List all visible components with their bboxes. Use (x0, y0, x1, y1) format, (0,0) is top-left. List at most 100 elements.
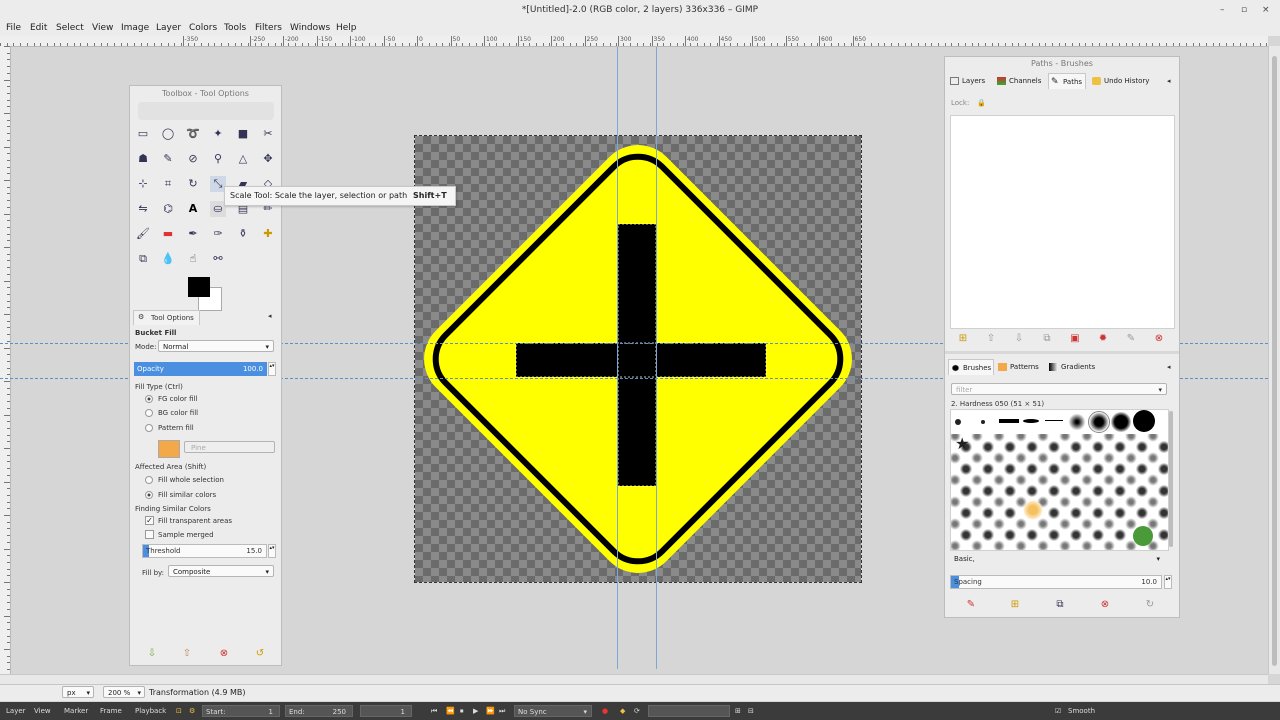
stroke-path-icon[interactable]: ✎ (1125, 333, 1137, 345)
menu-colors[interactable]: Colors (189, 23, 217, 33)
first-frame-icon[interactable]: ⏮ (431, 707, 437, 716)
foreground-color-swatch[interactable] (188, 277, 210, 297)
fill-by-select[interactable]: Composite ▾ (168, 565, 274, 577)
smooth-checkbox[interactable]: ☑ (1055, 707, 1061, 715)
opacity-spin-button[interactable]: ▴▾ (268, 362, 276, 376)
delete-path-icon[interactable]: ⊗ (1153, 333, 1165, 345)
restore-options-icon[interactable]: ⇧ (181, 648, 193, 660)
timeline-marker-menu[interactable]: Marker (64, 707, 88, 715)
pattern-name-field[interactable]: Pine (184, 441, 275, 453)
scissors-icon[interactable]: ✂ (260, 126, 276, 142)
dock-separator[interactable] (945, 351, 1179, 354)
foreground-select-icon[interactable]: ☗ (135, 151, 151, 167)
ellipse-select-icon[interactable]: ◯ (160, 126, 176, 142)
timeline-scrub-field[interactable] (648, 705, 730, 717)
mode-select[interactable]: Normal ▾ (158, 340, 274, 352)
sync-select[interactable]: No Sync ▾ (514, 705, 592, 717)
minimize-button[interactable]: – (1220, 5, 1225, 15)
next-frame-icon[interactable]: ⏩ (486, 707, 495, 715)
brush-item[interactable] (1133, 410, 1155, 432)
prev-frame-icon[interactable]: ⏪ (446, 707, 455, 715)
zoom-tool-icon[interactable]: ⚲ (210, 151, 226, 167)
sample-merged-checkbox[interactable] (145, 530, 154, 539)
timeline-view-menu[interactable]: View (34, 707, 51, 715)
brush-item[interactable] (1045, 420, 1063, 421)
pattern-fill-radio[interactable] (145, 424, 153, 432)
delete-brush-icon[interactable]: ⊗ (1099, 599, 1111, 611)
color-picker-icon[interactable]: ⊘ (185, 151, 201, 167)
tab-brushes[interactable]: Brushes (948, 359, 994, 375)
loop-icon[interactable]: ⟳ (634, 707, 640, 715)
brush-grid-scrollbar[interactable] (1169, 411, 1173, 547)
star-brush-icon[interactable]: ★ (955, 434, 969, 454)
tab-gradients[interactable]: Gradients (1047, 359, 1102, 375)
timeline-playback-menu[interactable]: Playback (135, 707, 166, 715)
settings-icon[interactable]: ⚙ (189, 707, 195, 715)
brush-item[interactable] (1023, 500, 1043, 520)
configure-tab-icon[interactable]: ◂ (268, 312, 272, 320)
brush-item-selected[interactable] (1088, 411, 1110, 433)
brush-filter-input[interactable]: filter ▾ (951, 383, 1167, 395)
brush-grid[interactable]: ★ (950, 409, 1169, 551)
tab-undo-history[interactable]: Undo History (1090, 73, 1168, 89)
refresh-brushes-icon[interactable]: ↻ (1144, 599, 1156, 611)
image-canvas[interactable] (414, 135, 862, 583)
zoom-in-timeline-icon[interactable]: ⊞ (735, 707, 741, 715)
brush-item[interactable] (955, 419, 961, 425)
keyframe-icon[interactable]: ◆ (620, 707, 625, 715)
smudge-tool-icon[interactable]: ☝ (185, 251, 201, 267)
pattern-swatch[interactable] (158, 440, 180, 458)
brush-item[interactable] (1023, 419, 1039, 423)
tab-tool-options[interactable]: ⚙ Tool Options (133, 310, 200, 325)
lower-path-icon[interactable]: ⇩ (1013, 333, 1025, 345)
menu-windows[interactable]: Windows (290, 23, 330, 33)
crop-tool-icon[interactable]: ⌗ (160, 176, 176, 192)
stop-icon[interactable]: ⏹ (460, 707, 464, 716)
start-frame-field[interactable]: Start: 1 (202, 705, 280, 717)
lock-paths-icon[interactable]: 🔒 (977, 99, 986, 107)
paths-tool-icon[interactable]: ✎ (160, 151, 176, 167)
menu-file[interactable]: File (6, 23, 21, 33)
fill-whole-selection-radio[interactable] (145, 476, 153, 484)
menu-image[interactable]: Image (121, 23, 149, 33)
rect-select-icon[interactable]: ▭ (135, 126, 151, 142)
rotate-tool-icon[interactable]: ↻ (185, 176, 201, 192)
menu-view[interactable]: View (92, 23, 113, 33)
select-by-color-icon[interactable]: ■ (235, 126, 251, 142)
menu-help[interactable]: Help (336, 23, 357, 33)
brush-item[interactable] (999, 419, 1019, 423)
text-tool-icon[interactable]: A (185, 201, 201, 217)
clone-tool-icon[interactable]: ⚱ (235, 226, 251, 242)
edit-brush-icon[interactable]: ✎ (965, 599, 977, 611)
path-to-selection-icon[interactable]: ▣ (1069, 333, 1081, 345)
fill-transparent-checkbox[interactable]: ✓ (145, 516, 154, 525)
new-path-icon[interactable]: ⊞ (957, 333, 969, 345)
last-frame-icon[interactable]: ⏭ (499, 707, 505, 716)
zoom-select[interactable]: 200 % ▾ (103, 686, 145, 698)
perspective-clone-icon[interactable]: ⧉ (135, 251, 151, 267)
fuzzy-select-icon[interactable]: ✦ (210, 126, 226, 142)
save-options-icon[interactable]: ⇩ (146, 648, 158, 660)
bg-color-fill-radio[interactable] (145, 409, 153, 417)
threshold-slider[interactable]: Threshold 15.0 (142, 544, 267, 558)
end-frame-field[interactable]: End: 250 (285, 705, 353, 717)
paintbrush-icon[interactable]: 🖌 (135, 226, 151, 242)
configure-tab-icon[interactable]: ◂ (1167, 363, 1171, 371)
guide-vertical-2[interactable] (656, 47, 657, 669)
duplicate-path-icon[interactable]: ⧉ (1041, 333, 1053, 345)
paths-list[interactable] (950, 115, 1175, 329)
menu-layer[interactable]: Layer (156, 23, 181, 33)
timeline-frame-menu[interactable]: Frame (100, 707, 122, 715)
current-frame-field[interactable]: 1 (360, 705, 412, 717)
brush-preset-select[interactable]: Basic, ▾ (950, 553, 1170, 565)
lock-icon[interactable]: ⊡ (176, 707, 182, 715)
pepper-brush-icon[interactable] (1133, 526, 1153, 546)
spacing-slider[interactable]: Spacing 10.0 (950, 575, 1162, 589)
raise-path-icon[interactable]: ⇧ (985, 333, 997, 345)
close-button[interactable]: × (1262, 5, 1270, 15)
menu-edit[interactable]: Edit (30, 23, 47, 33)
new-brush-icon[interactable]: ⊞ (1009, 599, 1021, 611)
tab-paths[interactable]: ✎ Paths (1048, 73, 1086, 89)
fill-similar-colors-radio[interactable] (145, 491, 153, 499)
zoom-out-timeline-icon[interactable]: ⊟ (748, 707, 754, 715)
